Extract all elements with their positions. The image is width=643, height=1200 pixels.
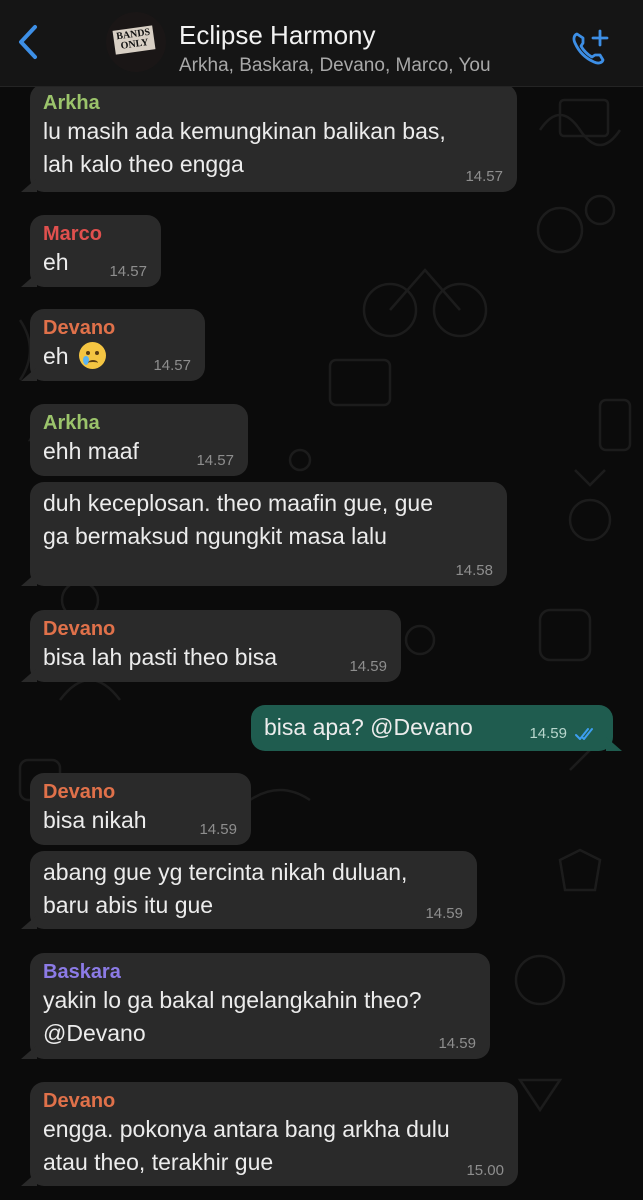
phone-plus-icon <box>572 29 609 65</box>
message-bubble[interactable]: abang gue yg tercinta nikah duluan, baru… <box>21 851 477 929</box>
back-button[interactable] <box>4 18 52 66</box>
sender-name: Devano <box>43 317 116 339</box>
avatar-logo-text: BANDS ONLY <box>112 25 156 55</box>
sender-name: Arkha <box>43 92 100 114</box>
message-text: bisa lah pasti theo bisa <box>43 644 277 670</box>
sender-name: Arkha <box>43 412 100 434</box>
message-bubble[interactable]: Arkha lu masih ada kemungkinan balikan b… <box>21 84 517 192</box>
message-text: engga. pokonya antara bang arkha dulu at… <box>43 1116 450 1175</box>
message-time: 14.57 <box>109 263 147 280</box>
message-bubble[interactable]: Devano engga. pokonya antara bang arkha … <box>21 1082 518 1186</box>
sender-name: Devano <box>43 618 116 640</box>
message-time: 14.59 <box>529 725 567 742</box>
message-bubble[interactable]: Baskara yakin lo ga bakal ngelangkahin t… <box>21 953 490 1059</box>
message-time: 14.59 <box>425 905 463 922</box>
message-time: 14.57 <box>153 357 191 374</box>
message-bubble[interactable]: Devano eh 14.57 <box>21 309 205 381</box>
message-bubble[interactable]: Devano bisa nikah 14.59 <box>30 773 251 845</box>
message-time: 14.57 <box>465 168 503 185</box>
message-text: yakin lo ga bakal ngelangkahin theo? @De… <box>43 987 422 1046</box>
chat-title[interactable]: Eclipse Harmony <box>179 20 376 51</box>
message-bubble-outgoing[interactable]: bisa apa? @Devano 14.59 <box>251 705 622 751</box>
message-time: 14.59 <box>349 658 387 675</box>
message-time: 14.58 <box>455 562 493 579</box>
group-avatar[interactable]: BANDS ONLY <box>106 12 166 72</box>
message-bubble[interactable]: duh keceplosan. theo maafin gue, gue ga … <box>21 482 507 586</box>
message-bubble[interactable]: Marco eh 14.57 <box>21 215 161 287</box>
message-time: 15.00 <box>466 1162 504 1179</box>
message-list[interactable]: Arkha lu masih ada kemungkinan balikan b… <box>0 0 643 1200</box>
crying-face-emoji-icon <box>78 342 106 369</box>
sender-name: Devano <box>43 781 116 803</box>
message-text: eh <box>43 343 69 369</box>
sender-name: Marco <box>43 223 102 245</box>
read-receipt-icon <box>575 728 593 740</box>
message-text: abang gue yg tercinta nikah duluan, baru… <box>43 859 408 918</box>
sender-name: Devano <box>43 1090 116 1112</box>
message-text: lu masih ada kemungkinan balikan bas, la… <box>43 118 446 177</box>
message-bubble[interactable]: Devano bisa lah pasti theo bisa 14.59 <box>21 610 401 682</box>
sender-name: Baskara <box>43 961 121 983</box>
message-text: duh keceplosan. theo maafin gue, gue ga … <box>43 490 434 549</box>
message-time: 14.59 <box>199 821 237 838</box>
add-call-button[interactable] <box>565 24 613 72</box>
chevron-left-icon <box>19 25 37 59</box>
chat-members[interactable]: Arkha, Baskara, Devano, Marco, You <box>179 55 491 77</box>
message-time: 14.57 <box>196 452 234 469</box>
message-time: 14.59 <box>438 1035 476 1052</box>
chat-header: BANDS ONLY Eclipse Harmony Arkha, Baskar… <box>0 0 643 87</box>
message-bubble[interactable]: Arkha ehh maaf 14.57 <box>30 404 248 476</box>
